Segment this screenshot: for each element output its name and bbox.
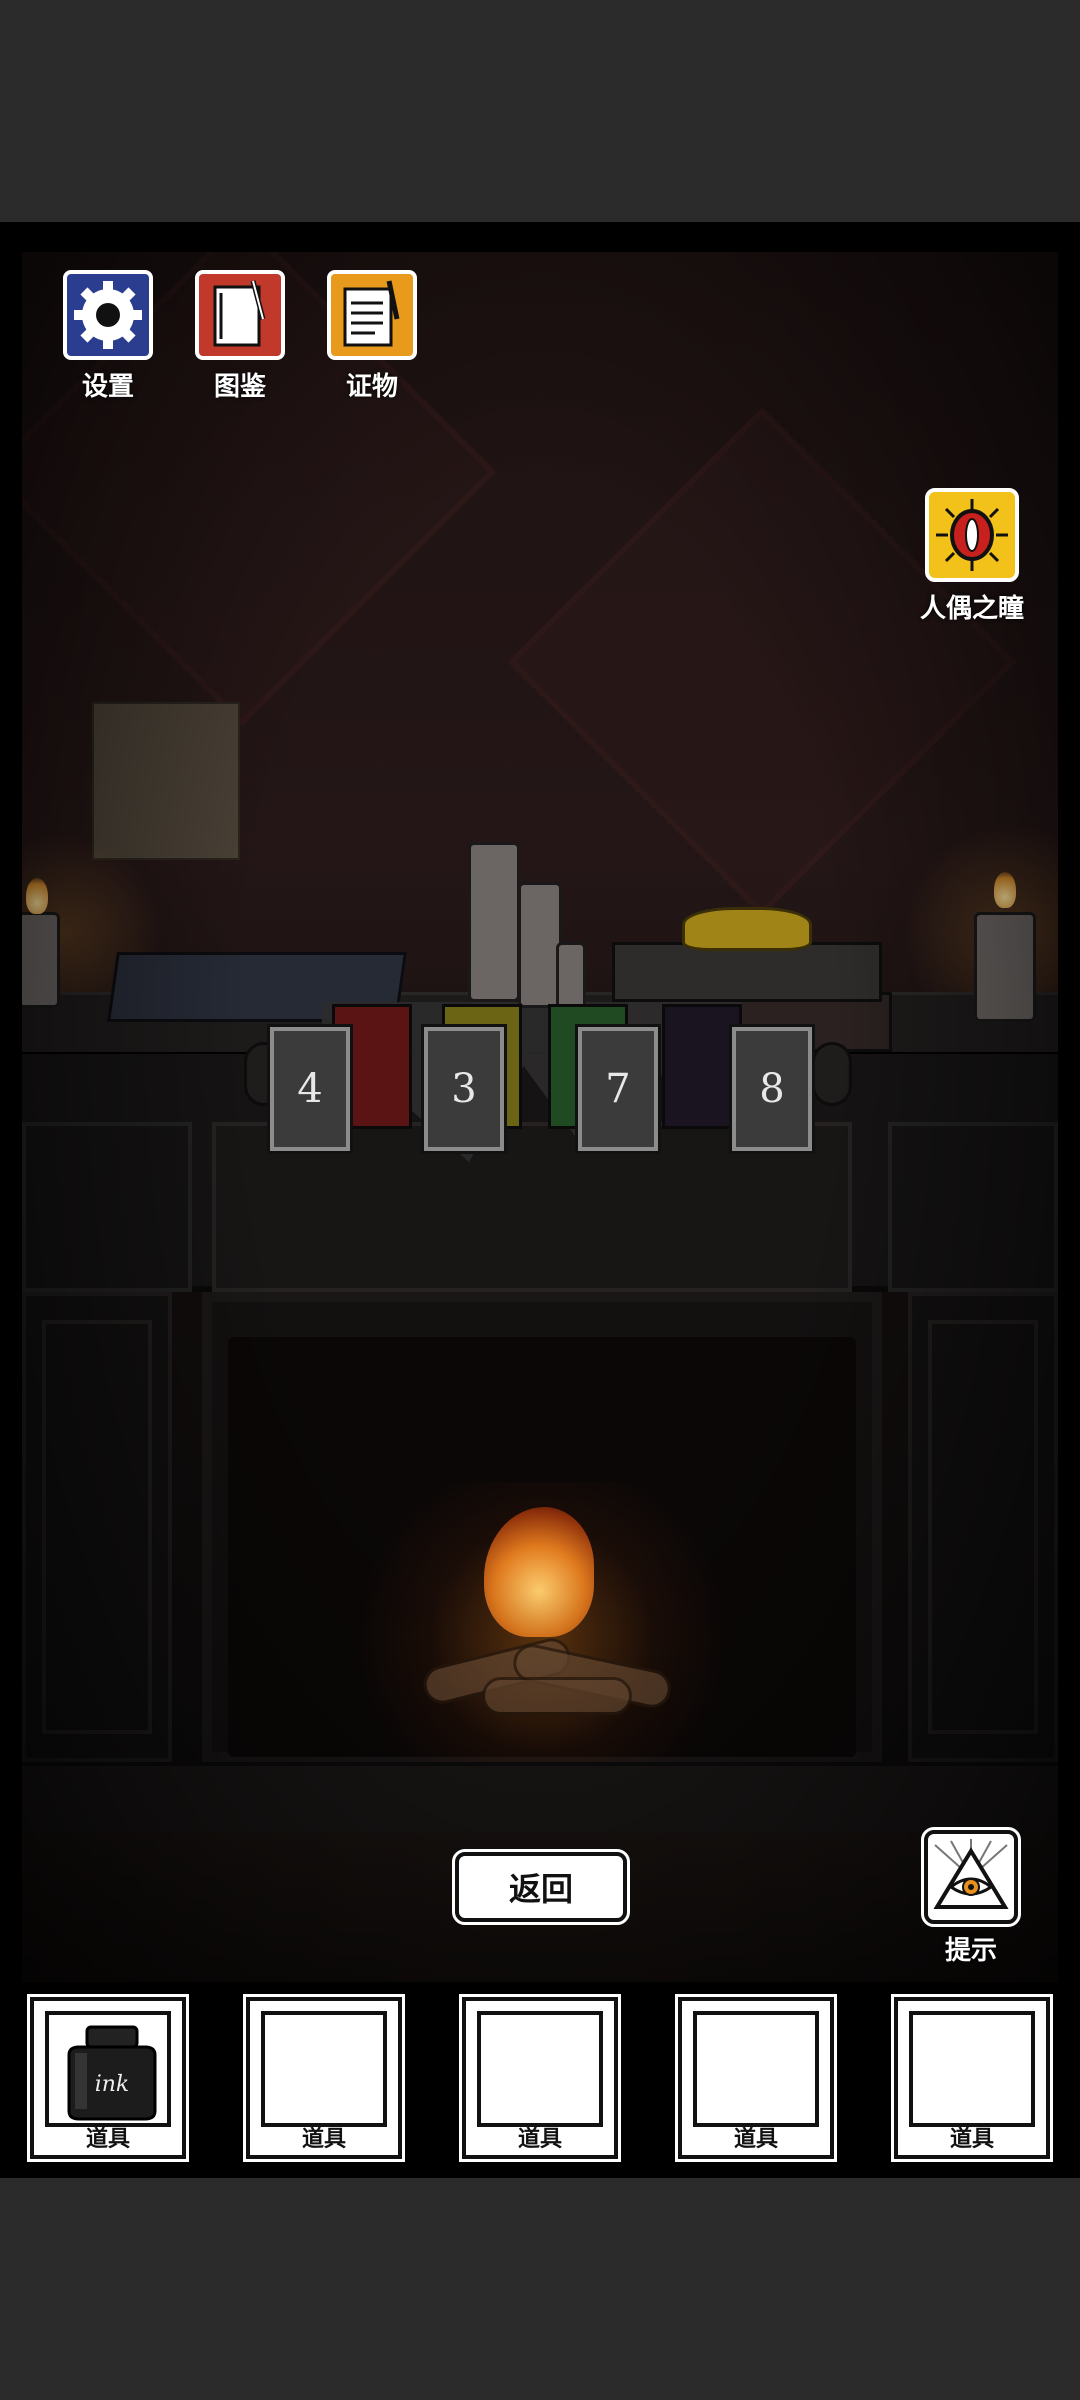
number-card[interactable]: 4 (267, 1024, 353, 1154)
gear-icon (74, 281, 142, 349)
settings-icon-frame (63, 270, 153, 360)
candle (974, 912, 1036, 1022)
codex-icon-frame (195, 270, 285, 360)
all-seeing-eye-icon (933, 1839, 1009, 1909)
inventory-slot[interactable]: ink 道具 (27, 1994, 189, 2162)
candle-flame-icon (994, 872, 1016, 908)
ink-bottle-icon: ink (67, 2025, 157, 2121)
hint-icon-frame (921, 1827, 1021, 1927)
codex-label: 图鉴 (213, 372, 266, 402)
settings-button[interactable]: 设置 (58, 270, 158, 403)
firewood-log (482, 1677, 632, 1715)
number-card[interactable]: 7 (575, 1024, 661, 1154)
wall-pattern (507, 407, 1017, 917)
doll-eye-label: 人偶之瞳 (920, 594, 1025, 624)
fireplace-pillar (22, 1292, 172, 1762)
settings-label: 设置 (81, 372, 134, 402)
codex-button[interactable]: 图鉴 (190, 270, 290, 403)
inventory-slot-label: 道具 (949, 2127, 994, 2152)
candle (468, 842, 520, 1002)
inventory-slot-label: 道具 (301, 2127, 346, 2152)
status-area-bottom (0, 2178, 1080, 2400)
inventory-slot-frame (261, 2011, 387, 2127)
color-slot (662, 1004, 742, 1129)
inventory-slot-label: 道具 (517, 2127, 562, 2152)
hearth (22, 1762, 1058, 1832)
inventory-slot-frame: ink (45, 2011, 171, 2127)
mantel-side-panel (888, 1122, 1058, 1292)
doll-eye-button[interactable]: 人偶之瞳 (920, 488, 1024, 625)
notepad-pen-icon (343, 280, 400, 347)
inventory-slot[interactable]: 道具 (243, 1994, 405, 2162)
doll-eye-icon-frame (925, 488, 1019, 582)
inventory-slot[interactable]: 道具 (459, 1994, 621, 2162)
inventory-slot-label: 道具 (85, 2127, 130, 2152)
red-eye-icon (936, 499, 1008, 571)
inventory-slot[interactable]: 道具 (891, 1994, 1053, 2162)
back-button[interactable]: 返回 (452, 1849, 630, 1925)
evidence-label: 证物 (345, 372, 398, 402)
inventory-slot-frame (477, 2011, 603, 2127)
number-card[interactable]: 8 (729, 1024, 815, 1154)
status-area-top (0, 0, 1080, 222)
hint-label: 提示 (944, 1936, 997, 1966)
mantel-side-panel (22, 1122, 192, 1292)
fireplace-pillar (908, 1292, 1058, 1762)
number-card[interactable]: 3 (421, 1024, 507, 1154)
inventory-slot[interactable]: 道具 (675, 1994, 837, 2162)
inventory-slot-label: 道具 (733, 2127, 778, 2152)
candle (22, 912, 60, 1008)
oil-lamp[interactable] (682, 907, 812, 951)
fireplace-scene: 4378 (22, 252, 1058, 1982)
notebook-pen-icon (213, 280, 266, 347)
candle-flame-icon (26, 878, 48, 914)
evidence-button[interactable]: 证物 (322, 270, 422, 403)
ink-bottle-label: ink (95, 2072, 130, 2097)
candle (556, 942, 586, 1012)
inventory-slot-frame (909, 2011, 1035, 2127)
hint-button[interactable]: 提示 (921, 1827, 1021, 1967)
evidence-icon-frame (327, 270, 417, 360)
inventory-slot-frame (693, 2011, 819, 2127)
game-stage: 4378 设置 图鉴 证物 人偶之瞳 返回 提示 ink 道具 道具 道具 道具… (0, 222, 1080, 2178)
wall-note[interactable] (92, 702, 240, 860)
drawer-knob (812, 1042, 852, 1106)
book-stack[interactable] (612, 942, 882, 1002)
